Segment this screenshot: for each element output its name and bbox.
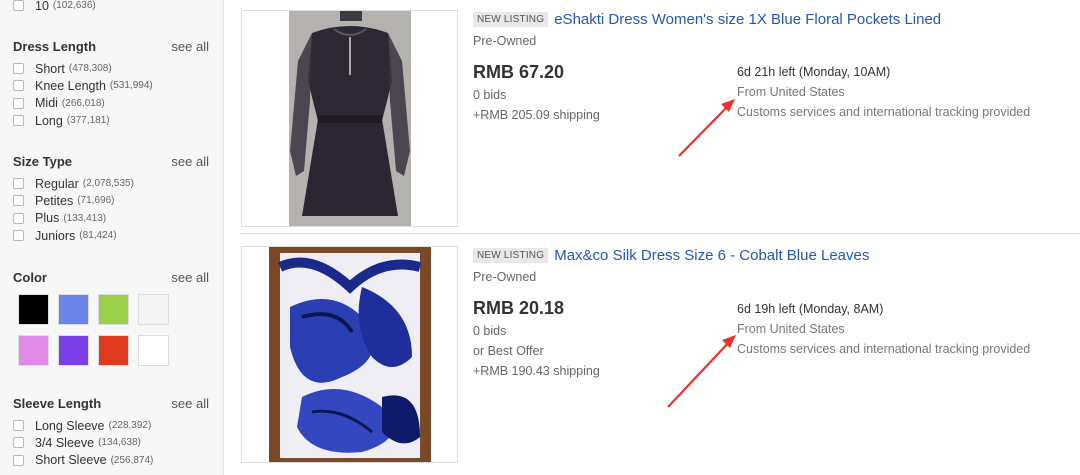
- filter-option-label: Petites: [35, 193, 74, 208]
- filter-option-label: Short Sleeve: [35, 453, 107, 468]
- size-filter-partial: 10 (102,636): [13, 0, 209, 14]
- time-left: 6d 19h left (Monday, 8AM): [737, 302, 884, 316]
- listing-divider: [241, 233, 1080, 234]
- filter-option-label: Long: [35, 113, 63, 128]
- dress-photo-blue-leaves: [269, 247, 431, 462]
- filter-group-title: Sleeve Length: [13, 396, 102, 411]
- filter-option-count: (102,636): [52, 0, 96, 12]
- filter-option-count: (133,413): [63, 212, 107, 224]
- item-location: From United States: [737, 322, 845, 336]
- color-swatch-blue[interactable]: [58, 294, 89, 325]
- color-swatch-white[interactable]: [138, 335, 169, 366]
- filter-option-size-10[interactable]: 10 (102,636): [13, 0, 209, 14]
- new-listing-badge: NEW LISTING: [473, 247, 549, 263]
- checkbox[interactable]: [13, 97, 24, 109]
- color-swatch-grid: [18, 294, 178, 366]
- filter-option-short[interactable]: Short (478,308): [13, 60, 209, 77]
- filter-option-long-sleeve[interactable]: Long Sleeve (228,392): [13, 417, 209, 434]
- filter-option-count: (2,078,535): [82, 178, 134, 190]
- filter-group-sleeve-length: Sleeve Length see all Long Sleeve (228,39…: [13, 396, 209, 469]
- filter-option-knee-length[interactable]: Knee Length (531,994): [13, 77, 209, 94]
- filter-option-label: Short: [35, 61, 65, 76]
- filter-group-title: Size Type: [13, 154, 73, 169]
- customs-note: Customs services and international track…: [737, 105, 1031, 119]
- filter-option-count: (256,874): [110, 454, 154, 466]
- filter-group-title: Dress Length: [13, 39, 97, 54]
- see-all-link[interactable]: see all: [171, 396, 209, 411]
- filter-option-plus[interactable]: Plus (133,413): [13, 210, 209, 227]
- item-condition: Pre-Owned: [473, 270, 537, 284]
- see-all-link[interactable]: see all: [171, 154, 209, 169]
- filter-option-label: Knee Length: [35, 78, 106, 93]
- color-swatch-pink[interactable]: [18, 335, 49, 366]
- filter-group-color: Color see all: [13, 270, 209, 288]
- filter-option-midi[interactable]: Midi (266,018): [13, 95, 209, 112]
- filter-option-label: 3/4 Sleeve: [35, 435, 95, 450]
- checkbox[interactable]: [13, 420, 24, 432]
- color-swatch-black[interactable]: [18, 294, 49, 325]
- checkbox[interactable]: [13, 0, 24, 12]
- filter-option-count: (81,424): [79, 230, 117, 242]
- checkbox[interactable]: [13, 212, 24, 224]
- listing-image[interactable]: [241, 10, 458, 227]
- listing-title-link[interactable]: eShakti Dress Women's size 1X Blue Flora…: [554, 11, 941, 28]
- filter-option-juniors[interactable]: Juniors (81,424): [13, 227, 209, 244]
- filter-group-size-type: Size Type see all Regular (2,078,535) Pet…: [13, 154, 209, 244]
- dress-photo-dark: [289, 11, 411, 226]
- filter-option-label: Plus: [35, 211, 60, 226]
- checkbox[interactable]: [13, 80, 24, 92]
- new-listing-badge: NEW LISTING: [473, 11, 549, 27]
- filter-option-label: Long Sleeve: [35, 418, 105, 433]
- filter-option-count: (531,994): [109, 80, 153, 92]
- filter-option-count: (478,308): [68, 63, 112, 75]
- checkbox[interactable]: [13, 230, 24, 242]
- color-swatch-gray[interactable]: [138, 294, 169, 325]
- color-swatch-red[interactable]: [98, 335, 129, 366]
- customs-note: Customs services and international track…: [737, 342, 1031, 356]
- checkbox[interactable]: [13, 178, 24, 190]
- listing-image[interactable]: [241, 246, 458, 463]
- checkbox[interactable]: [13, 115, 24, 127]
- filter-option-label: Juniors: [35, 228, 76, 243]
- filter-option-label: 10: [35, 0, 49, 13]
- see-all-link[interactable]: see all: [171, 39, 209, 54]
- filter-option-count: (266,018): [61, 97, 105, 109]
- checkbox[interactable]: [13, 454, 24, 466]
- filter-option-count: (377,181): [66, 115, 110, 127]
- filter-group-dress-length: Dress Length see all Short (478,308) Knee…: [13, 39, 209, 129]
- filter-option-count: (134,638): [98, 437, 141, 449]
- checkbox[interactable]: [13, 63, 24, 75]
- item-location: From United States: [737, 85, 845, 99]
- time-left: 6d 21h left (Monday, 10AM): [737, 65, 891, 79]
- listing-meta: 6d 21h left (Monday, 10AM) From United S…: [737, 65, 1077, 119]
- shipping-cost: +RMB 190.43 shipping: [473, 364, 600, 378]
- filter-option-long[interactable]: Long (377,181): [13, 112, 209, 129]
- filter-option-count: (228,392): [108, 420, 152, 432]
- filter-option-count: (71,696): [77, 195, 115, 207]
- filter-sidebar: 10 (102,636) Dress Length see all Short(…: [0, 0, 224, 475]
- filter-group-title: Color: [13, 270, 47, 285]
- filter-option-short-sleeve[interactable]: Short Sleeve (256,874): [13, 452, 209, 469]
- item-condition: Pre-Owned: [473, 34, 537, 48]
- filter-option-regular[interactable]: Regular (2,078,535): [13, 175, 209, 192]
- filter-option-label: Regular: [35, 176, 79, 191]
- color-swatch-purple[interactable]: [58, 335, 89, 366]
- see-all-link[interactable]: see all: [171, 270, 209, 285]
- filter-option-petites[interactable]: Petites (71,696): [13, 192, 209, 209]
- filter-option-three-quarter-sleeve[interactable]: 3/4 Sleeve (134,638): [13, 434, 209, 451]
- checkbox[interactable]: [13, 195, 24, 207]
- checkbox[interactable]: [13, 437, 24, 449]
- color-swatch-green[interactable]: [98, 294, 129, 325]
- listing-title-link[interactable]: Max&co Silk Dress Size 6 - Cobalt Blue L…: [554, 247, 869, 264]
- filter-option-label: Midi: [35, 96, 58, 111]
- listing-meta: 6d 19h left (Monday, 8AM) From United St…: [737, 302, 1077, 356]
